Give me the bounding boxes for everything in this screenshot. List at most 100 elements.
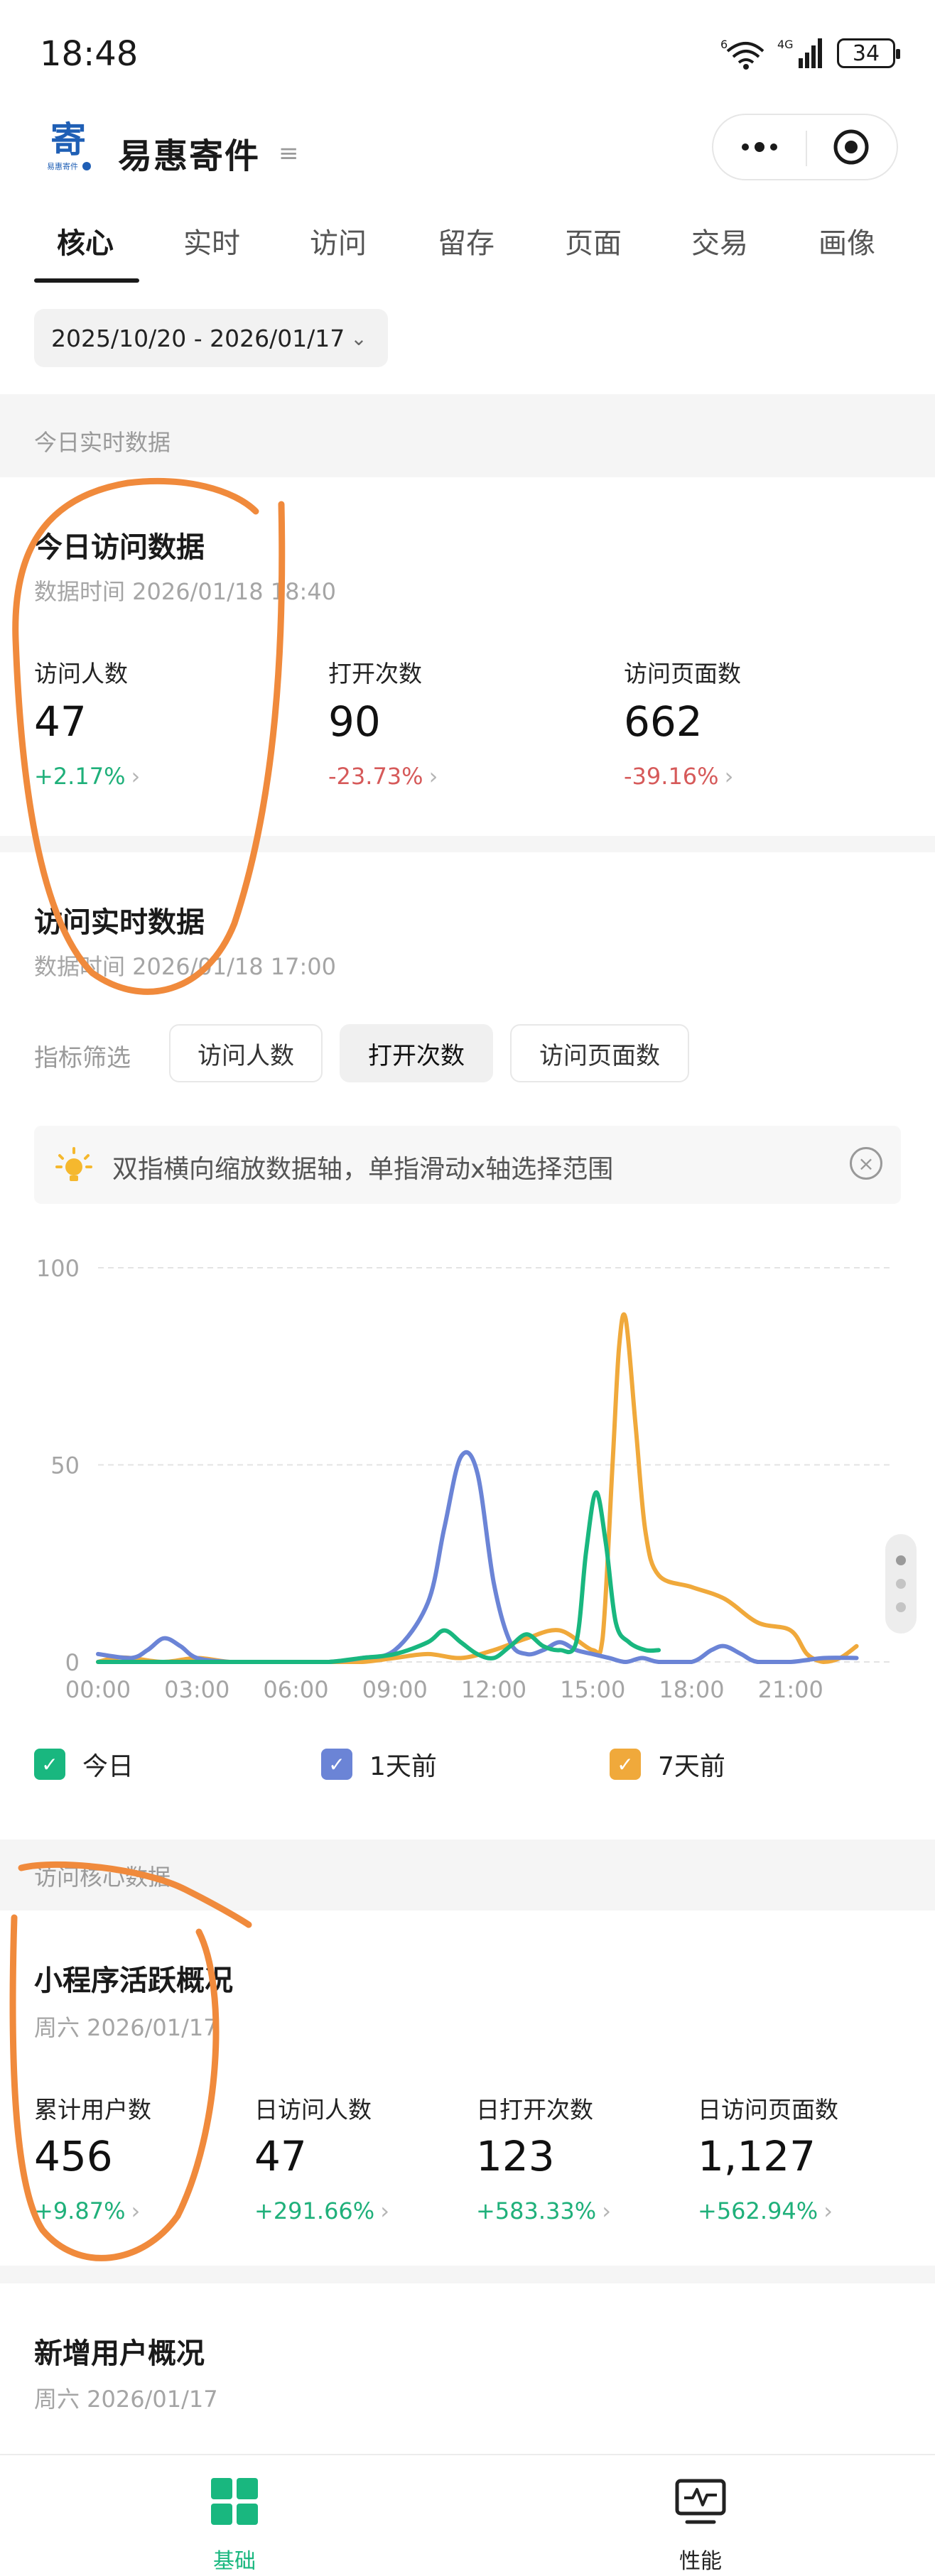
active-tab-indicator — [34, 278, 139, 283]
metric-delta[interactable]: +583.33% › — [476, 2197, 611, 2224]
metric-label: 打开次数 — [328, 660, 422, 688]
metric-value: 90 — [328, 697, 381, 746]
chevron-right-icon: › — [428, 763, 438, 790]
chevron-right-icon: › — [823, 2197, 833, 2224]
nav-label: 基础 — [213, 2549, 256, 2574]
card-title: 今日访问数据 — [34, 531, 205, 564]
metric-value: 662 — [624, 697, 703, 746]
logo-glyph: 寄 — [50, 119, 86, 161]
x-tick-label: 09:00 — [362, 1676, 428, 1703]
metric-label: 日访问人数 — [254, 2096, 372, 2124]
data-time: 周六 2026/01/17 — [34, 2014, 218, 2041]
chart-scroll-handle[interactable] — [885, 1534, 917, 1634]
status-icons: 6 4G 34 — [720, 37, 900, 70]
chevron-down-icon: ⌄ — [350, 326, 367, 350]
metric-delta[interactable]: +562.94% › — [698, 2197, 833, 2224]
list-menu-icon[interactable]: ≡ — [279, 139, 299, 168]
metric-delta[interactable]: +291.66% › — [254, 2197, 389, 2224]
series-line-2 — [96, 1312, 859, 1665]
x-tick-label: 06:00 — [263, 1676, 328, 1703]
metric-label: 访问人数 — [34, 660, 128, 688]
chevron-right-icon: › — [380, 2197, 389, 2224]
metric-delta[interactable]: +2.17% › — [34, 763, 140, 790]
more-dots-icon — [741, 142, 777, 152]
today-visit-card: 今日访问数据 数据时间 2026/01/18 18:40 访问人数 47 +2.… — [0, 477, 935, 836]
metric-label: 日打开次数 — [476, 2096, 593, 2124]
date-range-selector[interactable]: 2025/10/20 - 2026/01/17 ⌄ — [34, 309, 388, 367]
tab-pages[interactable]: 页面 — [565, 220, 622, 261]
tab-core[interactable]: 核心 — [57, 220, 114, 261]
y-tick-label: 50 — [50, 1452, 80, 1479]
target-circle-icon — [833, 129, 868, 165]
metric-delta[interactable]: -23.73% › — [328, 763, 438, 790]
checkbox-checked-icon: ✓ — [610, 1749, 641, 1780]
legend-1day[interactable]: ✓ 1天前 — [321, 1746, 437, 1783]
metric-label: 日访问页面数 — [698, 2096, 838, 2124]
filter-opens[interactable]: 打开次数 — [340, 1024, 493, 1082]
data-time: 数据时间 2026/01/18 17:00 — [34, 953, 337, 980]
tab-trade[interactable]: 交易 — [691, 220, 748, 261]
gesture-tip: 双指横向缩放数据轴，单指滑动x轴选择范围 × — [34, 1126, 901, 1204]
logo-subtext: 易惠寄件 — [47, 161, 78, 171]
legend-label: 7天前 — [658, 1752, 725, 1781]
chevron-right-icon: › — [131, 763, 141, 790]
y-tick-label: 100 — [36, 1255, 80, 1282]
tab-visit[interactable]: 访问 — [310, 220, 367, 261]
realtime-line-chart[interactable]: 0 50 100 00:00 03:00 06:00 09:00 12:00 15:00 18:0… — [0, 1236, 935, 1719]
date-range-text: 2025/10/20 - 2026/01/17 — [51, 324, 345, 352]
metric-label: 累计用户数 — [34, 2096, 151, 2124]
chevron-right-icon: › — [724, 763, 734, 790]
checkbox-checked-icon: ✓ — [321, 1749, 352, 1780]
card-title: 访问实时数据 — [34, 906, 205, 939]
legend-label: 1天前 — [369, 1752, 437, 1781]
series-line-1 — [96, 1450, 859, 1665]
close-icon[interactable]: × — [850, 1147, 882, 1180]
more-button[interactable] — [713, 115, 805, 179]
status-time: 18:48 — [40, 34, 139, 74]
y-tick-label: 0 — [65, 1649, 80, 1676]
filter-label: 指标筛选 — [34, 1044, 131, 1072]
mini-program-capsule — [712, 114, 898, 180]
legend-7day[interactable]: ✓ 7天前 — [610, 1746, 725, 1783]
metric-delta[interactable]: -39.16% › — [624, 763, 733, 790]
section-header-realtime: 今日实时数据 — [34, 429, 171, 456]
signal-icon: 4G — [777, 38, 822, 68]
data-time: 数据时间 2026/01/18 18:40 — [34, 578, 337, 605]
wifi-network-label: 6 — [720, 38, 728, 51]
legend-today[interactable]: ✓ 今日 — [34, 1746, 134, 1783]
app-logo: 寄 易惠寄件 — [41, 119, 95, 173]
chevron-right-icon: › — [131, 2197, 141, 2224]
tab-profile[interactable]: 画像 — [818, 220, 875, 261]
x-tick-label: 18:00 — [659, 1676, 724, 1703]
monitor-pulse-icon — [675, 2479, 726, 2524]
bottom-nav: 基础 性能 — [0, 2454, 935, 2576]
metric-value: 456 — [34, 2132, 113, 2180]
filter-visitors[interactable]: 访问人数 — [169, 1024, 323, 1082]
close-program-button[interactable] — [805, 115, 897, 179]
header-area: 18:48 6 4G 34 寄 易惠寄件 易惠寄件 ≡ 核心 实时 访问 留存 … — [0, 0, 935, 394]
metric-delta[interactable]: +9.87% › — [34, 2197, 140, 2224]
filter-pages[interactable]: 访问页面数 — [510, 1024, 689, 1082]
grid-icon — [211, 2478, 258, 2525]
app-title: 易惠寄件 — [118, 136, 261, 176]
metric-value: 123 — [476, 2132, 555, 2180]
tab-realtime[interactable]: 实时 — [183, 220, 240, 261]
section-header-core: 访问核心数据 — [34, 1864, 171, 1891]
x-tick-label: 00:00 — [65, 1676, 131, 1703]
x-tick-label: 15:00 — [560, 1676, 625, 1703]
tab-retention[interactable]: 留存 — [438, 220, 494, 261]
signal-network-label: 4G — [777, 38, 794, 51]
card-title: 新增用户概况 — [34, 2337, 205, 2370]
nav-performance[interactable]: 性能 — [629, 2477, 772, 2575]
x-tick-label: 21:00 — [758, 1676, 823, 1703]
data-time: 周六 2026/01/17 — [34, 2386, 218, 2413]
new-user-card: 新增用户概况 周六 2026/01/17 — [0, 2283, 935, 2454]
legend-label: 今日 — [82, 1752, 134, 1781]
battery-indicator: 34 — [837, 38, 900, 68]
battery-level: 34 — [852, 40, 880, 66]
tip-text: 双指横向缩放数据轴，单指滑动x轴选择范围 — [112, 1155, 614, 1184]
active-overview-card: 小程序活跃概况 周六 2026/01/17 累计用户数 456 +9.87% › … — [0, 1911, 935, 2266]
checkbox-checked-icon: ✓ — [34, 1749, 65, 1780]
nav-basic[interactable]: 基础 — [163, 2477, 306, 2575]
card-title: 小程序活跃概况 — [34, 1964, 233, 1997]
